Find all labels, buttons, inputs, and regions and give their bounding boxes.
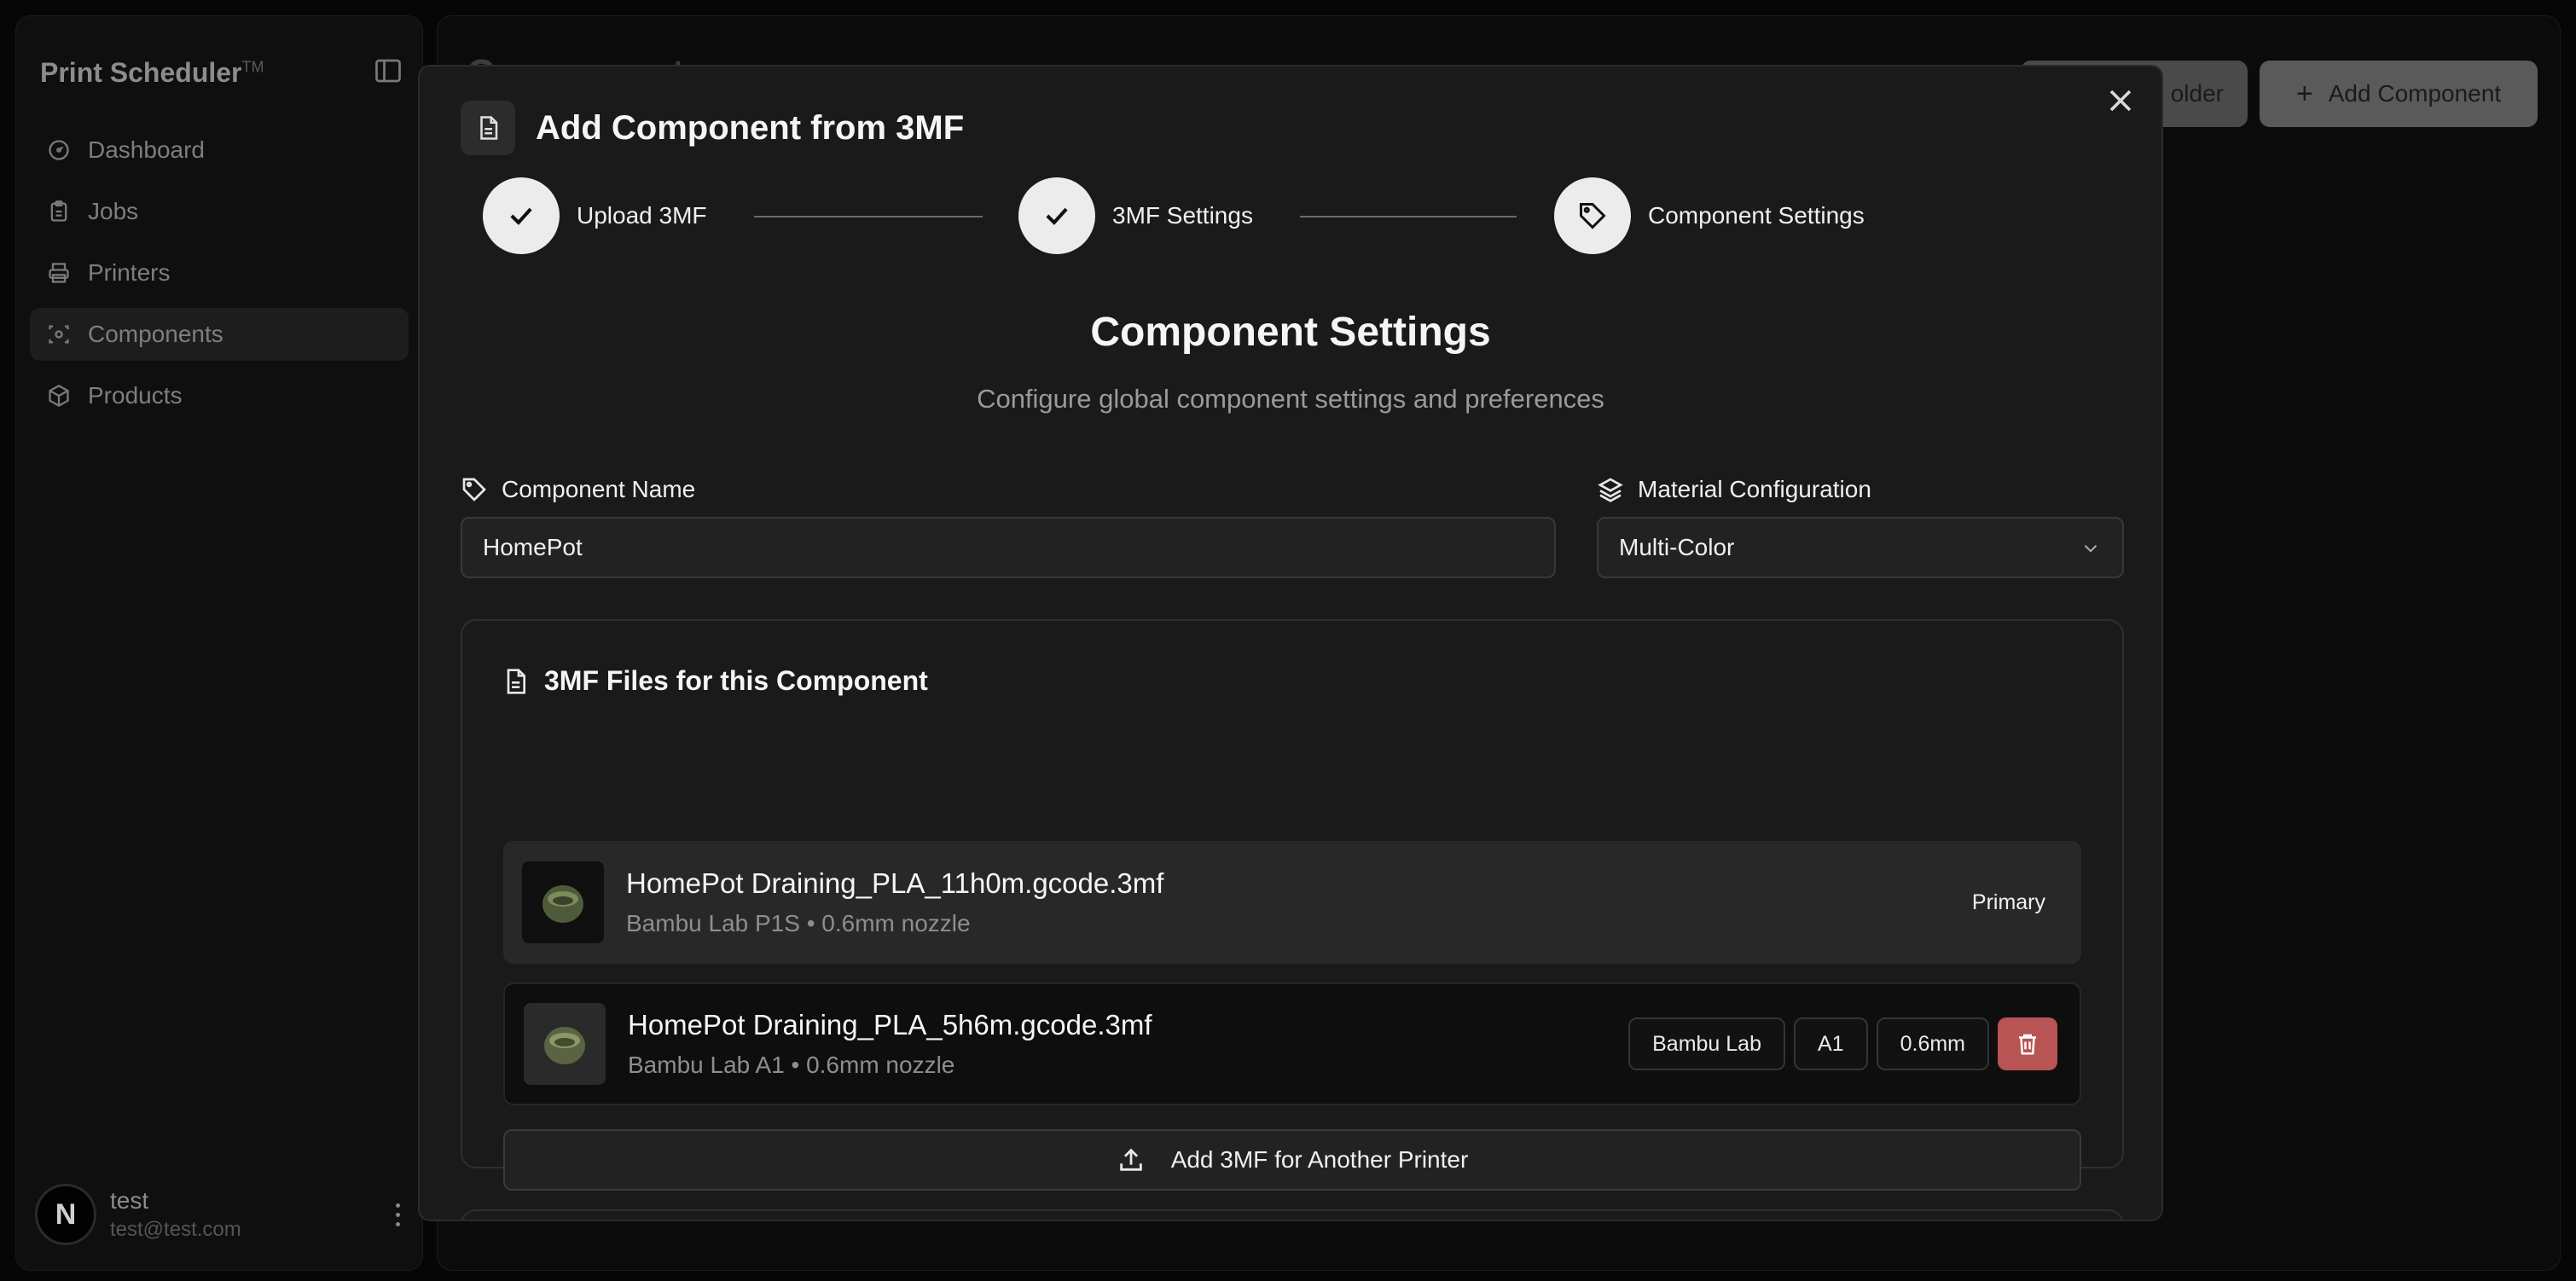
sidebar-item-label: Jobs (88, 198, 139, 224)
3mf-files-card: 3MF Files for this Component HomePot Dra… (461, 619, 2124, 1191)
step-label: Component Settings (1648, 202, 1865, 229)
printer-icon (49, 263, 69, 283)
component-name-label: Component Name (461, 476, 695, 503)
check-icon (483, 177, 560, 254)
plus-icon: + (2295, 77, 2313, 110)
file-meta: Bambu Lab A1 • 0.6mm nozzle (628, 1052, 955, 1078)
model-thumbnail (524, 1003, 606, 1085)
user-account[interactable]: N test test@test.com (35, 1181, 410, 1248)
material-config-label: Material Configuration (1597, 476, 1871, 503)
chevron-down-icon (2084, 544, 2097, 553)
close-icon[interactable] (2102, 82, 2139, 119)
next-section-card (461, 1209, 2124, 1220)
nozzle-size-select[interactable]: 0.6mm (1876, 1017, 1989, 1070)
component-icon (49, 325, 69, 344)
file-name: HomePot Draining_PLA_5h6m.gcode.3mf (628, 1009, 1152, 1040)
check-icon (1018, 177, 1095, 254)
file-name: HomePot Draining_PLA_11h0m.gcode.3mf (626, 867, 1164, 899)
material-config-select[interactable]: Multi-Color (1597, 517, 2124, 578)
sidebar-item-label: Products (88, 382, 183, 409)
file-text-icon (461, 101, 515, 155)
more-vertical-icon[interactable] (385, 1197, 410, 1232)
sidebar-item-label: Components (88, 321, 223, 347)
trash-icon (2019, 1034, 2036, 1055)
step-connector (1300, 216, 1517, 217)
primary-badge: Primary (1971, 890, 2045, 914)
delete-file-button[interactable] (1998, 1017, 2057, 1070)
step-3mf-settings: 3MF Settings (1018, 177, 1253, 254)
step-upload-3mf: Upload 3MF (483, 177, 707, 254)
step-connector (754, 216, 983, 217)
sidebar-nav: Dashboard Jobs Printers Components Produ… (30, 124, 409, 431)
sidebar-item-jobs[interactable]: Jobs (30, 185, 409, 238)
sidebar-item-label: Printers (88, 259, 171, 286)
user-name: test (110, 1187, 149, 1214)
file-row-primary[interactable]: HomePot Draining_PLA_11h0m.gcode.3mf Bam… (503, 841, 2081, 964)
sidebar-toggle-icon[interactable] (373, 55, 403, 86)
section-title: Component Settings (1090, 310, 1491, 355)
file-text-icon (507, 668, 525, 694)
avatar: N (35, 1184, 96, 1245)
upload-icon (1119, 1148, 1142, 1171)
add-component-button[interactable]: + Add Component (2260, 61, 2538, 127)
tag-icon (1554, 177, 1631, 254)
layers-icon (1598, 478, 1623, 502)
file-row[interactable]: HomePot Draining_PLA_5h6m.gcode.3mf Bamb… (503, 982, 2081, 1105)
user-email: test@test.com (110, 1218, 241, 1241)
app-brand: Print SchedulerTM (40, 57, 264, 88)
sidebar: Print SchedulerTM Dashboard Jobs Printer… (15, 15, 423, 1271)
sidebar-item-label: Dashboard (88, 136, 205, 163)
step-label: 3MF Settings (1112, 202, 1253, 229)
package-icon (49, 384, 69, 408)
model-thumbnail (522, 861, 604, 943)
add-3mf-button[interactable]: Add 3MF for Another Printer (503, 1129, 2081, 1191)
step-component-settings: Component Settings (1554, 177, 1865, 254)
add-component-modal: Add Component from 3MF Upload 3MF 3MF Se… (418, 65, 2163, 1221)
modal-title: Add Component from 3MF (536, 108, 965, 147)
tag-icon (462, 478, 486, 501)
step-label: Upload 3MF (577, 202, 707, 229)
sidebar-item-dashboard[interactable]: Dashboard (30, 124, 409, 177)
printer-model-select[interactable]: A1 (1794, 1017, 1868, 1070)
modal-header: Add Component from 3MF (461, 101, 964, 155)
file-meta: Bambu Lab P1S • 0.6mm nozzle (626, 910, 971, 936)
sidebar-item-components[interactable]: Components (30, 308, 409, 361)
clipboard-icon (50, 200, 67, 222)
printer-brand-select[interactable]: Bambu Lab (1628, 1017, 1785, 1070)
section-subtitle: Configure global component settings and … (977, 384, 1604, 414)
component-name-input[interactable]: HomePot (461, 517, 1556, 578)
dashboard-icon (49, 140, 69, 160)
sidebar-item-printers[interactable]: Printers (30, 246, 409, 299)
files-heading: 3MF Files for this Component (502, 665, 928, 697)
sidebar-item-products[interactable]: Products (30, 369, 409, 422)
